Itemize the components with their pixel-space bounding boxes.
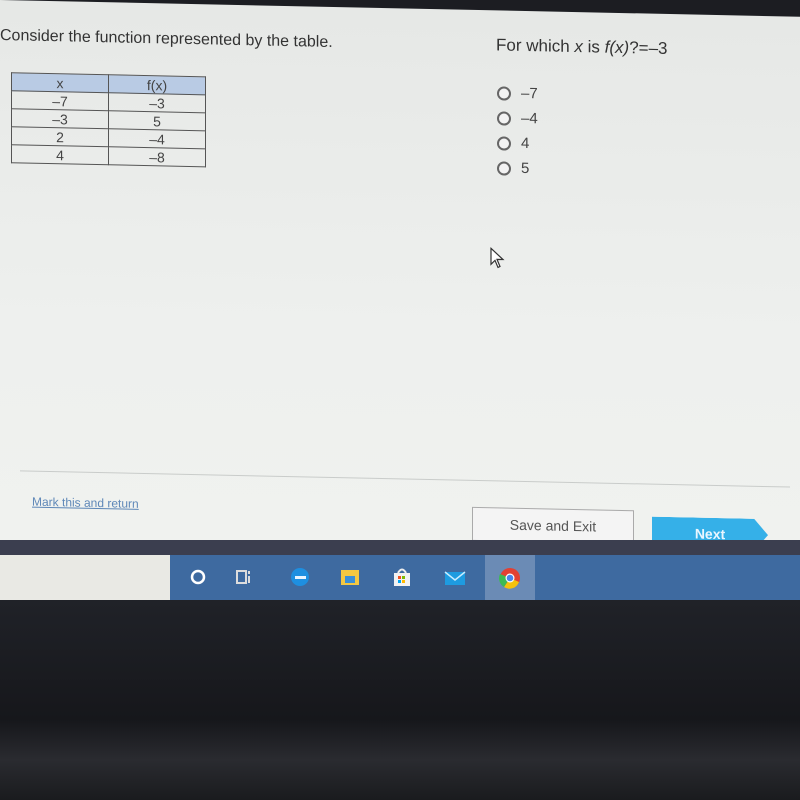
- taskbar: [0, 555, 800, 600]
- answer-option[interactable]: –7: [497, 80, 538, 106]
- prompt-function: f(x): [604, 37, 630, 58]
- file-explorer-icon[interactable]: [338, 565, 362, 589]
- quiz-content: Consider the function represented by the…: [0, 0, 790, 497]
- mail-icon[interactable]: [443, 565, 467, 589]
- prompt-text: is: [582, 37, 605, 57]
- radio-button[interactable]: [497, 110, 511, 126]
- answer-option[interactable]: –4: [497, 105, 538, 131]
- answer-options: –7 –4 4 5: [497, 80, 538, 181]
- monitor-stand-area: [0, 600, 800, 800]
- mark-and-return-link[interactable]: Mark this and return: [32, 495, 139, 511]
- task-view-icon[interactable]: [232, 565, 256, 589]
- function-table: x f(x) –7 –3 –3 5 2 –4 4 –8: [11, 72, 206, 167]
- answer-option[interactable]: 4: [497, 130, 538, 156]
- prompt-variable: x: [574, 37, 583, 57]
- store-icon[interactable]: [390, 565, 414, 589]
- option-label: 5: [521, 159, 530, 178]
- radio-button[interactable]: [497, 85, 511, 101]
- prompt-text: ?=–3: [629, 38, 668, 58]
- option-label: 4: [521, 134, 530, 153]
- chrome-icon[interactable]: [485, 555, 535, 600]
- table-row: 4 –8: [11, 144, 206, 167]
- option-label: –7: [521, 84, 538, 103]
- cell-fx: –3: [108, 92, 206, 113]
- taskbar-search-box[interactable]: [0, 555, 170, 600]
- save-and-exit-button[interactable]: Save and Exit: [472, 506, 634, 545]
- cell-x: 2: [11, 126, 109, 147]
- cortana-icon[interactable]: [186, 565, 210, 589]
- cell-x: –3: [11, 108, 109, 129]
- radio-button[interactable]: [497, 160, 511, 176]
- question-prompt-left: Consider the function represented by the…: [0, 27, 333, 51]
- header-fx: f(x): [108, 74, 206, 95]
- cell-x: –7: [11, 90, 109, 111]
- browser-screen: Consider the function represented by the…: [0, 0, 800, 562]
- answer-option[interactable]: 5: [497, 155, 538, 181]
- cell-x: 4: [11, 144, 109, 165]
- mouse-cursor-icon: [490, 246, 506, 274]
- cell-fx: –4: [108, 128, 206, 149]
- cell-fx: 5: [108, 110, 206, 131]
- question-prompt-right: For which x is f(x)?=–3: [496, 35, 668, 59]
- cell-fx: –8: [108, 146, 206, 167]
- edge-icon[interactable]: [288, 565, 312, 589]
- header-x: x: [11, 72, 109, 93]
- prompt-text: For which: [496, 35, 575, 57]
- option-label: –4: [521, 109, 538, 128]
- radio-button[interactable]: [497, 135, 511, 151]
